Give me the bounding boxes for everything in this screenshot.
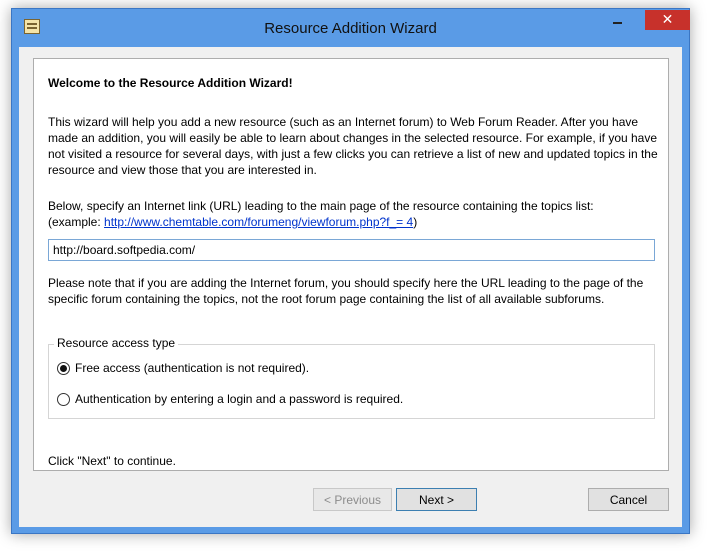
- page-heading: Welcome to the Resource Addition Wizard!: [48, 76, 293, 90]
- wizard-window: Resource Addition Wizard ✕ Welcome to th…: [11, 8, 690, 534]
- title-bar[interactable]: Resource Addition Wizard ✕: [12, 9, 690, 47]
- forum-note: Please note that if you are adding the I…: [48, 276, 644, 306]
- wizard-body: Welcome to the Resource Addition Wizard!…: [19, 47, 682, 527]
- radio-free-access-button[interactable]: [57, 361, 70, 375]
- example-link[interactable]: http://www.chemtable.com/forumeng/viewfo…: [104, 215, 413, 229]
- url-prompt: Below, specify an Internet link (URL) le…: [48, 198, 660, 230]
- next-button[interactable]: Next >: [396, 488, 477, 511]
- continue-hint: Click "Next" to continue.: [48, 454, 176, 468]
- window-title: Resource Addition Wizard: [264, 20, 437, 37]
- access-type-group: Resource access type Free access (authen…: [48, 336, 655, 419]
- content-panel: Welcome to the Resource Addition Wizard!…: [33, 58, 669, 471]
- previous-button[interactable]: < Previous: [313, 488, 392, 511]
- minimize-button[interactable]: [604, 10, 630, 30]
- radio-authentication[interactable]: Authentication by entering a login and a…: [57, 392, 403, 406]
- close-icon: ✕: [661, 12, 674, 28]
- example-suffix: ): [413, 215, 418, 229]
- radio-free-access[interactable]: Free access (authentication is not requi…: [57, 361, 309, 375]
- access-group-label: Resource access type: [54, 336, 179, 350]
- close-button[interactable]: ✕: [645, 10, 690, 30]
- radio-authentication-button[interactable]: [57, 392, 70, 406]
- minimize-icon: [612, 22, 622, 24]
- radio-authentication-label: Authentication by entering a login and a…: [75, 392, 404, 406]
- example-prefix: (example:: [48, 215, 105, 229]
- url-input[interactable]: [48, 239, 655, 261]
- url-prompt-text: Below, specify an Internet link (URL) le…: [48, 199, 594, 213]
- intro-text: This wizard will help you add a new reso…: [48, 115, 658, 177]
- cancel-button[interactable]: Cancel: [588, 488, 669, 511]
- radio-free-access-label: Free access (authentication is not requi…: [75, 361, 310, 375]
